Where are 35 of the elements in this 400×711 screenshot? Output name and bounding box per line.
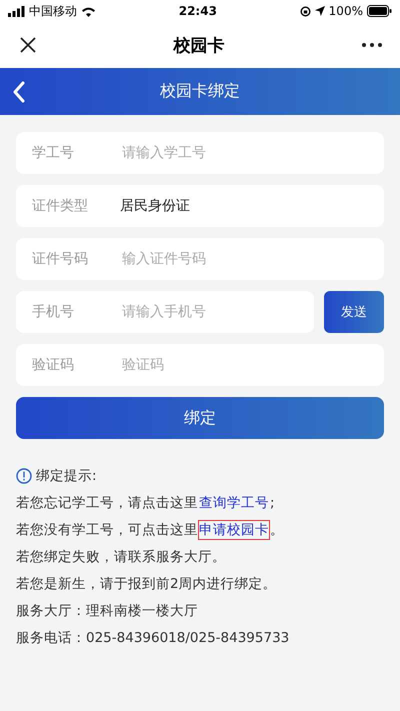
send-button[interactable]: 发送 (324, 291, 384, 333)
text-input[interactable]: 请输入手机号 (120, 303, 298, 321)
text-input[interactable]: 验证码 (120, 356, 368, 374)
field-label: 证件类型 (32, 197, 89, 215)
info-icon (16, 468, 32, 484)
field-label: 手机号 (32, 303, 75, 321)
tips-title: 绑定提示: (36, 467, 97, 485)
tip-text: 若您绑定失败，请联系服务大厅。 (16, 548, 227, 566)
nav-title: 校园卡 (174, 34, 224, 56)
tip-text: 服务电话：025-84396018/025-84395733 (16, 629, 290, 647)
field-label: 证件号码 (32, 250, 89, 268)
text-input[interactable]: 输入证件号码 (120, 250, 368, 268)
more-icon[interactable] (362, 43, 382, 47)
battery-percent: 100% (328, 4, 363, 18)
battery-icon (366, 5, 392, 17)
tip-text: 若您是新生，请于报到前2周内进行绑定。 (16, 575, 278, 593)
clock-time: 22:43 (178, 4, 217, 18)
text-input[interactable]: 请输入学工号 (120, 144, 368, 162)
id-type-select[interactable]: 证件类型 居民身份证 (16, 185, 384, 227)
location-icon (314, 6, 325, 16)
tip-text: 若您忘记学工号，请点击这里查询学工号; (16, 494, 276, 512)
tip-text: 服务大厅：理科南楼一楼大厅 (16, 602, 199, 620)
link[interactable]: 申请校园卡 (198, 520, 270, 540)
page-title: 校园卡绑定 (160, 81, 240, 102)
rotation-lock-icon (300, 6, 311, 16)
field-label: 学工号 (32, 144, 75, 162)
tip-text: 若您没有学工号，可点击这里申请校园卡。 (16, 521, 285, 539)
field-label: 验证码 (32, 356, 75, 374)
bind-button[interactable]: 绑定 (16, 397, 384, 439)
carrier-name: 中国移动 (29, 2, 77, 20)
back-icon[interactable] (12, 81, 26, 103)
wifi-icon (81, 6, 96, 16)
signal-icon (8, 6, 25, 16)
close-icon[interactable] (20, 37, 36, 53)
select-value: 居民身份证 (120, 197, 190, 215)
